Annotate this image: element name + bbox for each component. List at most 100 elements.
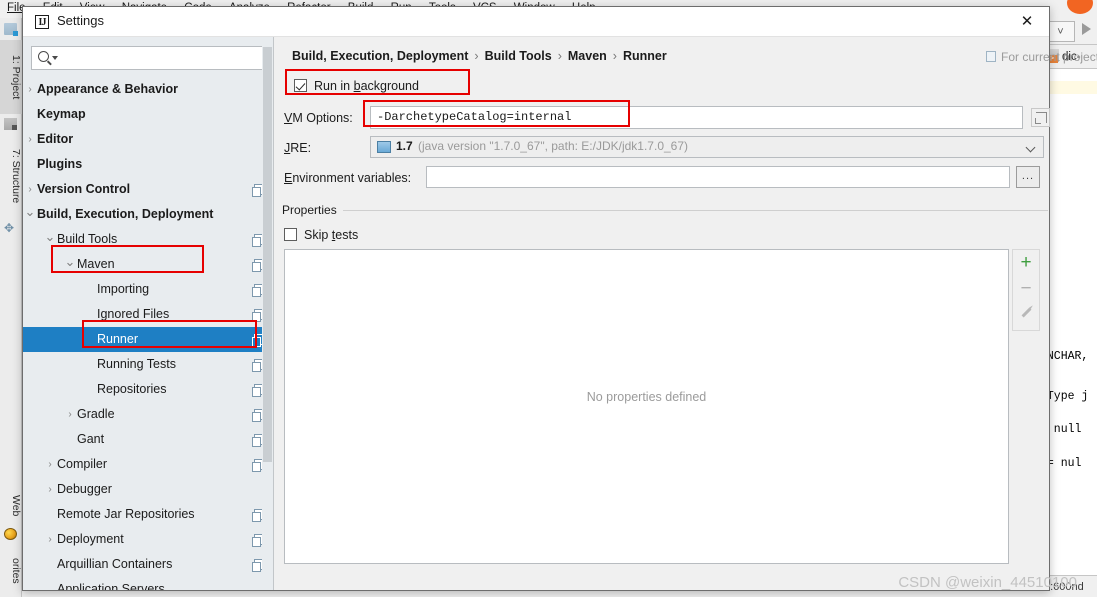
tree-item-arquillian-containers[interactable]: Arquillian Containers	[23, 552, 273, 577]
tree-item-version-control[interactable]: › Version Control	[23, 177, 273, 202]
search-icon	[38, 51, 49, 62]
tree-item-label: Build Tools	[57, 232, 118, 246]
tree-item-label: Runner	[97, 332, 138, 346]
chevron-right-icon[interactable]: ›	[63, 402, 77, 427]
remove-property-button[interactable]: −	[1013, 277, 1039, 303]
tree-item-runner[interactable]: Runner	[23, 327, 273, 352]
tree-item-gant[interactable]: Gant	[23, 427, 273, 452]
structure-icon	[4, 118, 17, 130]
env-vars-label-rest: nvironment variables:	[292, 171, 412, 185]
tree-item-label: Running Tests	[97, 357, 176, 371]
tree-item-build-execution-deployment[interactable]: ⌄ Build, Execution, Deployment	[23, 202, 273, 227]
tree-item-label: Deployment	[57, 532, 124, 546]
chevron-right-icon[interactable]: ›	[23, 177, 37, 202]
jre-select[interactable]: 1.7 (java version "1.7.0_67", path: E:/J…	[370, 136, 1044, 158]
tree-item-keymap[interactable]: Keymap	[23, 102, 273, 127]
tree-item-deployment[interactable]: › Deployment	[23, 527, 273, 552]
settings-tree[interactable]: › Appearance & Behavior Keymap › Editor Plugi…	[23, 77, 273, 590]
tree-item-application-servers[interactable]: Application Servers	[23, 577, 273, 590]
tree-item-label: Keymap	[37, 107, 86, 121]
tree-item-compiler[interactable]: › Compiler	[23, 452, 273, 477]
sidebar-item-web[interactable]: Web	[0, 488, 22, 524]
expand-arrows-icon: ✥	[4, 221, 15, 235]
breadcrumb-item-1[interactable]: Build Tools	[485, 49, 552, 63]
tree-item-gradle[interactable]: › Gradle	[23, 402, 273, 427]
add-property-button[interactable]: +	[1013, 250, 1039, 276]
tree-item-repositories[interactable]: Repositories	[23, 377, 273, 402]
chevron-right-icon[interactable]: ›	[43, 527, 57, 552]
copy-settings-icon	[986, 51, 996, 62]
chevron-down-icon[interactable]: ⌄	[63, 252, 77, 272]
tree-item-label: Plugins	[37, 157, 83, 171]
skip-tests-checkbox[interactable]	[284, 228, 297, 241]
vm-options-label-rest: M Options:	[292, 111, 353, 125]
tree-item-label: Ignored Files	[97, 307, 170, 321]
sidebar-item-structure[interactable]: 7: Structure	[0, 134, 22, 218]
vm-options-label: VM Options:	[284, 111, 353, 125]
search-box[interactable]	[31, 46, 267, 70]
tree-item-appearance-behavior[interactable]: › Appearance & Behavior	[23, 77, 273, 102]
sidebar-item-project[interactable]: 1: Project	[0, 40, 22, 114]
close-icon[interactable]: ✕	[1005, 7, 1049, 36]
sidebar-item-favorites[interactable]: orites	[0, 548, 22, 593]
breadcrumb: Build, Execution, Deployment › Build Tools…	[292, 49, 667, 63]
jre-label: JRE:	[284, 141, 311, 155]
sidebar-scrollbar-thumb[interactable]	[263, 47, 272, 462]
tree-item-label: Debugger	[57, 482, 112, 496]
jdk-icon	[377, 141, 391, 153]
properties-group-title: Properties	[282, 203, 343, 217]
tree-item-build-tools[interactable]: ⌄ Build Tools	[23, 227, 273, 252]
chevron-down-icon[interactable]	[1025, 142, 1036, 153]
properties-empty-message: No properties defined	[586, 390, 707, 404]
tree-item-label: Compiler	[57, 457, 108, 471]
vm-options-input[interactable]: -DarchetypeCatalog=internal	[370, 106, 1023, 129]
tree-item-label: Gradle	[77, 407, 115, 421]
edit-property-button[interactable]	[1013, 304, 1039, 330]
chevron-down-icon[interactable]: ⌄	[43, 227, 57, 247]
tree-item-label: Version Control	[37, 182, 131, 196]
tree-item-remote-jar-repositories[interactable]: Remote Jar Repositories	[23, 502, 273, 527]
skip-tests-checkbox-row[interactable]: Skip tests	[284, 228, 358, 242]
env-vars-input[interactable]	[426, 166, 1010, 188]
settings-content: Build, Execution, Deployment › Build Tools…	[274, 37, 1097, 590]
skip-tests-label-pre: Skip	[304, 228, 332, 242]
sidebar-scrollbar-track[interactable]	[262, 37, 273, 590]
group-divider	[336, 210, 1048, 211]
properties-table[interactable]: No properties defined	[284, 249, 1009, 564]
tree-item-label: Application Servers	[57, 582, 165, 590]
jre-version: 1.7	[396, 139, 413, 153]
tree-item-editor[interactable]: › Editor	[23, 127, 273, 152]
run-in-background-checkbox[interactable]	[294, 79, 307, 92]
chevron-right-icon[interactable]: ›	[43, 477, 57, 502]
breadcrumb-item-2[interactable]: Maven	[568, 49, 607, 63]
breadcrumb-separator: ›	[474, 49, 479, 63]
env-vars-browse-button[interactable]: ...	[1016, 166, 1040, 188]
chevron-right-icon[interactable]: ›	[23, 127, 37, 152]
tree-item-importing[interactable]: Importing	[23, 277, 273, 302]
dialog-title-bar: IJ Settings ✕	[23, 7, 1049, 37]
tree-item-label: Arquillian Containers	[57, 557, 173, 571]
expand-icon[interactable]	[1031, 108, 1050, 127]
breadcrumb-item-3[interactable]: Runner	[623, 49, 667, 63]
intellij-idea-icon: IJ	[35, 15, 49, 29]
run-in-background-label-post: ackground	[360, 79, 419, 93]
chevron-right-icon[interactable]: ›	[43, 452, 57, 477]
run-in-background-checkbox-row[interactable]: Run in background	[294, 79, 419, 93]
properties-toolbar: + −	[1012, 249, 1040, 331]
breadcrumb-item-0[interactable]: Build, Execution, Deployment	[292, 49, 468, 63]
play-icon[interactable]	[1082, 23, 1091, 35]
run-in-background-label-pre: Run in	[314, 79, 354, 93]
tree-item-running-tests[interactable]: Running Tests	[23, 352, 273, 377]
watermark: CSDN @weixin_44510100	[898, 574, 1077, 591]
tree-item-plugins[interactable]: Plugins	[23, 152, 273, 177]
tree-item-ignored-files[interactable]: Ignored Files	[23, 302, 273, 327]
search-input[interactable]	[62, 47, 264, 69]
chevron-down-icon[interactable]	[52, 56, 58, 60]
tree-item-maven[interactable]: ⌄ Maven	[23, 252, 273, 277]
tree-item-debugger[interactable]: › Debugger	[23, 477, 273, 502]
tree-item-label: Editor	[37, 132, 74, 146]
chevron-right-icon[interactable]: ›	[23, 77, 37, 102]
skip-tests-label-post: ests	[335, 228, 359, 242]
chevron-down-icon[interactable]: ˅	[1046, 21, 1075, 42]
chevron-down-icon[interactable]: ⌄	[23, 202, 37, 222]
